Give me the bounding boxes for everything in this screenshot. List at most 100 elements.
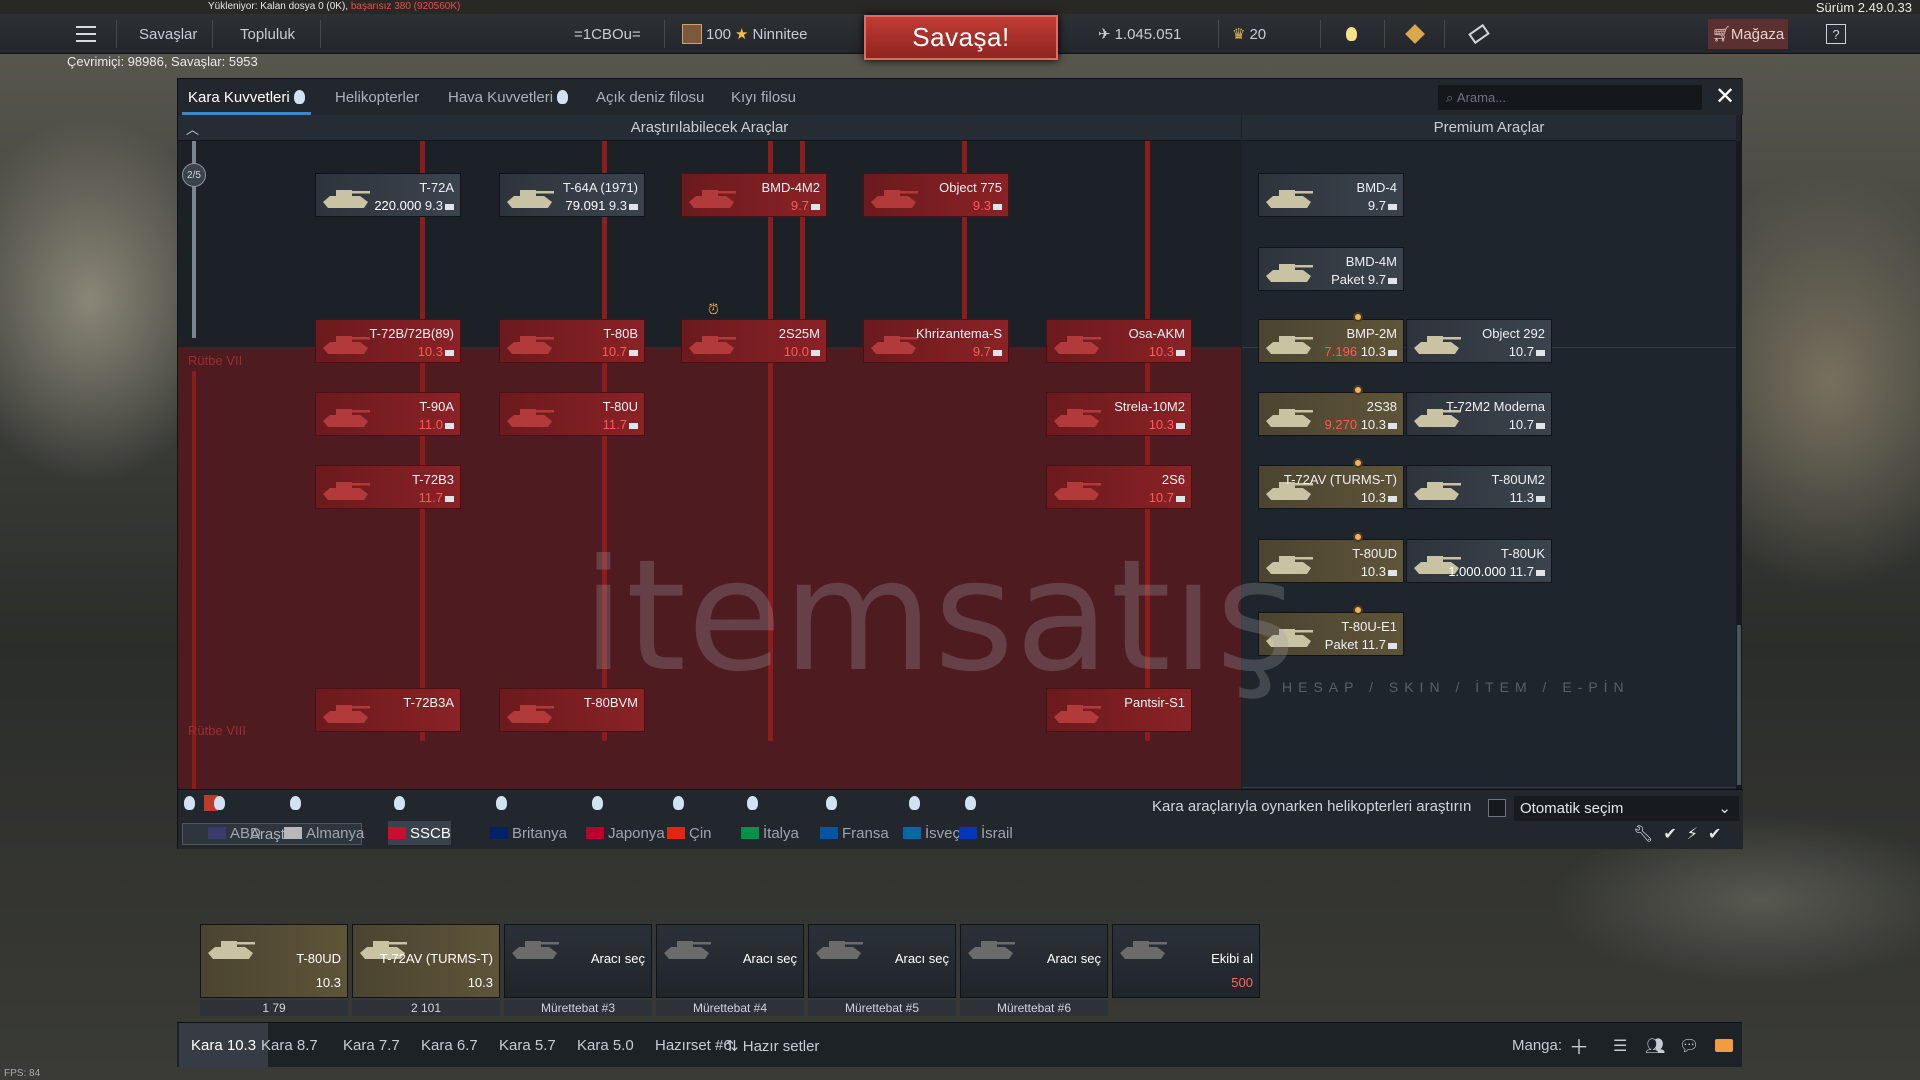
nation-i̇srail[interactable]: İsrail [959,821,1013,845]
preset-5[interactable]: Kara 5.7 [487,1023,568,1068]
list-icon[interactable]: ☰ [1613,1023,1627,1068]
vehicle-card[interactable]: Khrizantema-S 9.7 [863,319,1009,363]
help-button[interactable]: ? [1826,24,1846,44]
vehicle-card[interactable]: T-72AV (TURMS-T) 10.3 [1258,458,1404,509]
nation-çin[interactable]: Çin [667,821,712,845]
vehicle-card[interactable]: T-80UK 1.000.000 11.7 [1406,539,1552,583]
heli-research-checkbox[interactable] [1488,799,1506,817]
collapse-chevron-icon[interactable]: ︿ [186,119,199,138]
tank-icon [1120,941,1167,959]
vehicle-card[interactable]: 2S38 9.270 10.3 [1258,385,1404,436]
crew-slot[interactable]: T-80UD 10.3 1 79 [200,924,348,1016]
tank-icon [507,705,554,723]
preset-8[interactable]: ⇅ Hazır setler [714,1023,831,1068]
tab-helicopters[interactable]: Helikopterler [335,79,419,115]
vehicle-name: BMD-4 [1356,180,1397,195]
research-pin-icon [673,796,684,810]
battle-rating: Paket 11.7 [1324,637,1386,652]
squad-tag[interactable]: =1CBOu= [574,14,641,54]
speed-icon[interactable]: ⚡︎ [1687,824,1698,844]
golden-eagles[interactable]: ♛ 20 [1232,14,1266,54]
crew-slot[interactable]: Aracı seç Mürettebat #5 [808,924,956,1016]
vehicle-name: T-72B3 [412,472,454,487]
vehicle-name: BMD-4M2 [761,180,820,195]
vehicle-card[interactable]: T-72B3 11.7 [315,465,461,509]
chat-icon[interactable]: 💬︎ [1679,1023,1699,1068]
nation-i̇talya[interactable]: İtalya [741,821,799,845]
vehicle-card[interactable]: T-80UM2 11.3 [1406,465,1552,509]
crew-slot[interactable]: Aracı seç Mürettebat #6 [960,924,1108,1016]
nation-abd[interactable]: ABD [208,821,261,845]
tab-bluewater-fleet[interactable]: Açık deniz filosu [596,79,704,115]
nation-britanya[interactable]: Britanya [490,821,567,845]
vehicle-card[interactable]: T-90A 11.0 [315,392,461,436]
vehicle-br: 11.0 [419,417,454,432]
premium-diamond-icon[interactable] [1405,14,1425,54]
search-input[interactable]: ⌕ Arama... [1438,85,1702,110]
silver-lions[interactable]: ✈ 1.045.051 [1098,14,1181,54]
nation-japonya[interactable]: Japonya [586,821,665,845]
tab-coastal-fleet[interactable]: Kıyı filosu [731,79,796,115]
tab-ground-forces[interactable]: Kara Kuvvetleri [182,79,311,115]
nation-almanya[interactable]: Almanya [284,821,364,845]
vehicle-card[interactable]: BMD-4 9.7 [1258,173,1404,217]
vehicle-card[interactable]: T-72M2 Moderna 10.7 [1406,392,1552,436]
vehicle-card[interactable]: 2S25M 10.0 [681,319,827,363]
tree-scrollbar[interactable] [1736,141,1742,789]
vehicle-card[interactable]: Strela-10M2 10.3 [1046,392,1192,436]
flag-icon [820,827,838,839]
vehicle-card[interactable]: Object 775 9.3 [863,173,1009,217]
shop-button[interactable]: 🛒︎ Mağaza [1708,19,1788,49]
vehicle-card[interactable]: T-64A (1971) 79.091 9.3 [499,173,645,217]
discount-badge-icon [1353,312,1363,322]
to-battle-button[interactable]: Savaşa! [864,15,1058,60]
vehicle-card[interactable]: 2S6 10.7 [1046,465,1192,509]
community-menu[interactable]: Topluluk [240,14,295,54]
crew-slot-box: Aracı seç [808,924,956,998]
nation-fransa[interactable]: Fransa [820,821,889,845]
check-icon[interactable]: ✔ [1708,824,1721,844]
preset-4[interactable]: Kara 6.7 [409,1023,490,1068]
crew-slot[interactable]: Ekibi al 500 [1112,924,1260,1016]
vehicle-br: 9.270 10.3 [1325,417,1397,432]
crew-slot-box: Ekibi al 500 [1112,924,1260,998]
vehicle-card[interactable]: T-80B 10.7 [499,319,645,363]
check-icon[interactable]: ✔ [1663,824,1676,844]
search-icon: ⌕ [1446,89,1457,105]
vehicle-name: 2S38 [1366,399,1397,414]
vehicle-card[interactable]: BMP-2M 7.196 10.3 [1258,312,1404,363]
crew-slot[interactable]: Aracı seç Mürettebat #4 [656,924,804,1016]
nation-sscb[interactable]: SSCB [388,821,451,845]
auto-select-dropdown[interactable]: Otomatik seçim ⌄ [1514,796,1739,821]
vehicle-card[interactable]: T-72A 220.000 9.3 [315,173,461,217]
vehicle-card[interactable]: Object 292 10.7 [1406,319,1552,363]
preset-3[interactable]: Kara 7.7 [331,1023,412,1068]
vehicle-card[interactable]: Osa-AKM 10.3 [1046,319,1192,363]
type-icon [993,203,1002,210]
close-icon[interactable]: ✕ [1712,84,1738,110]
nation-i̇sveç[interactable]: İsveç [903,821,960,845]
battle-rating: 9.7 [972,344,991,359]
vehicle-card[interactable]: BMD-4M2 9.7 [681,173,827,217]
vehicle-card[interactable]: T-72B3A [315,688,461,732]
coupon-icon[interactable] [1468,14,1490,54]
crew-slot[interactable]: T-72AV (TURMS-T) 10.3 2 101 [352,924,500,1016]
preset-2[interactable]: Kara 8.7 [249,1023,330,1068]
vehicle-card[interactable]: T-80U 11.7 [499,392,645,436]
battles-menu[interactable]: Savaşlar [139,14,197,54]
tab-aviation[interactable]: Hava Kuvvetleri [448,79,569,115]
vehicle-card[interactable]: T-72B/72B(89) 10.3 [315,319,461,363]
add-squad-icon[interactable]: ＋ [1569,1023,1589,1068]
type-icon [811,203,820,210]
hint-bulb-icon[interactable] [1346,14,1357,54]
mail-icon[interactable] [1715,1023,1733,1068]
preset-6[interactable]: Kara 5.0 [565,1023,646,1068]
vehicle-card[interactable]: BMD-4M Paket 9.7 [1258,247,1404,291]
menu-icon[interactable] [76,26,96,42]
player-profile[interactable]: 100 ★ Ninnitee [682,14,808,54]
vehicle-name: Strela-10M2 [1114,399,1185,414]
rank-viii-label: Rütbe VIII [188,723,246,738]
crew-slot[interactable]: Aracı seç Mürettebat #3 [504,924,652,1016]
repair-icon[interactable]: 🔧︎ [1633,824,1653,844]
friends-icon[interactable]: 👥︎ [1645,1023,1665,1068]
